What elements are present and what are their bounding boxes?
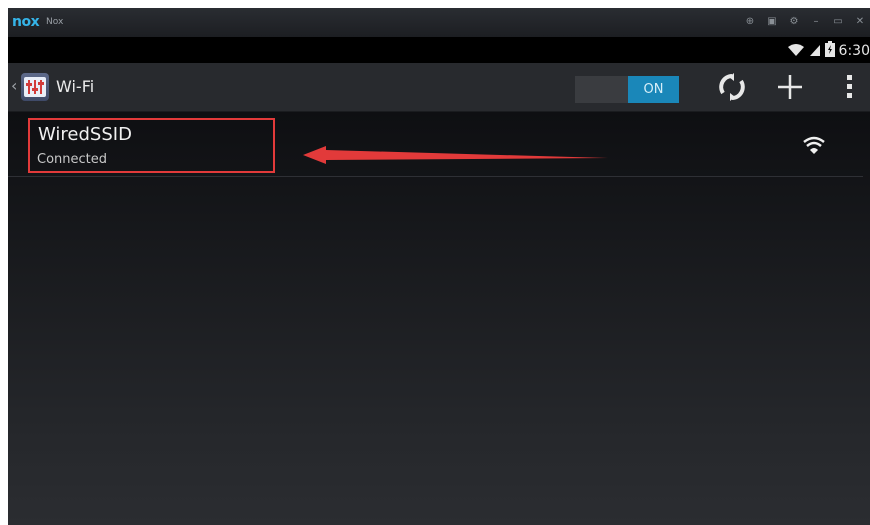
back-chevron-icon[interactable]: ‹ [11,76,17,95]
gear-icon[interactable]: ⚙ [788,15,800,29]
overflow-menu-icon[interactable] [838,71,862,103]
window-title: Nox [46,17,64,27]
nox-logo: nox [12,14,40,30]
add-network-icon[interactable] [772,71,808,103]
annotation-arrow-icon [303,146,608,164]
close-icon[interactable]: ✕ [854,15,866,29]
battery-icon [824,41,835,61]
settings-app-icon[interactable] [21,73,49,101]
settings-pin-icon[interactable]: ⊕ [744,15,756,29]
action-bar: ‹ Wi-Fi ON [8,63,870,112]
wps-icon[interactable] [714,71,750,103]
emulator-window: nox Nox ⊕ ▣ ⚙ – ▭ ✕ 6:30 ‹ Wi-Fi ON Wire… [8,8,870,525]
emulator-titlebar: nox Nox ⊕ ▣ ⚙ – ▭ ✕ [8,8,870,37]
wifi-network-list: WiredSSID Connected [8,112,870,525]
minimize-icon[interactable]: – [810,15,822,29]
android-status-bar: 6:30 [8,37,870,63]
page-title: Wi-Fi [56,77,95,96]
cell-signal-icon [809,42,821,61]
clock: 6:30 [838,43,870,59]
window-controls: ⊕ ▣ ⚙ – ▭ ✕ [744,15,866,29]
screenshot-icon[interactable]: ▣ [766,15,778,29]
wifi-strength-icon [803,136,825,158]
wifi-signal-icon [787,42,805,61]
maximize-icon[interactable]: ▭ [832,15,844,29]
wifi-toggle-on-label[interactable]: ON [628,76,679,103]
